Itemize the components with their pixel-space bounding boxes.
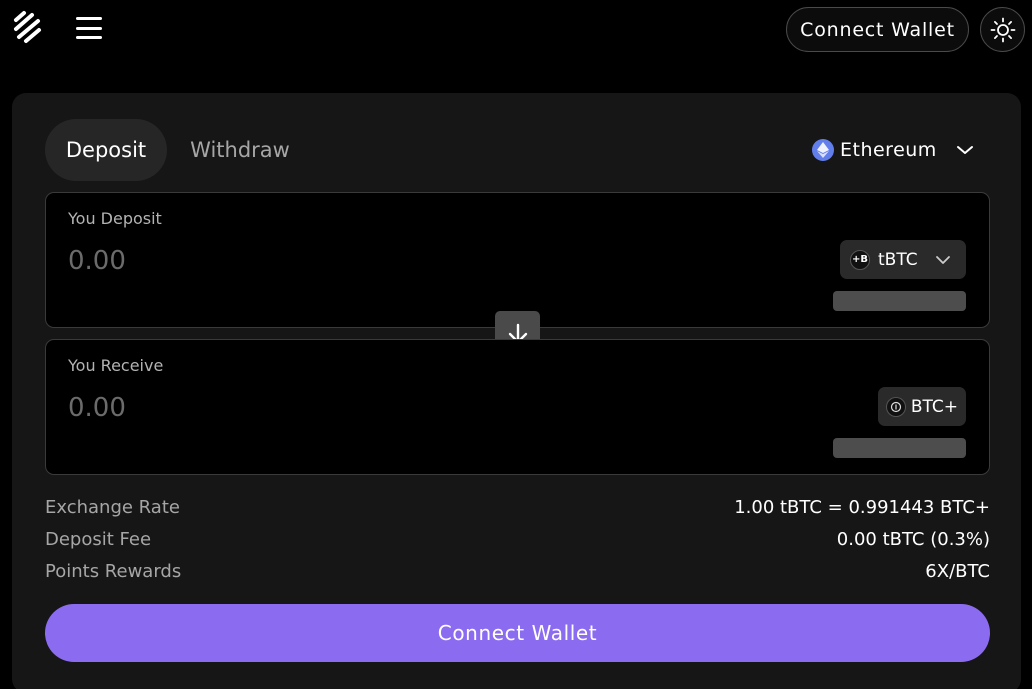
deposit-fee-row: Deposit Fee 0.00 tBTC (0.3%) xyxy=(45,525,990,553)
connect-wallet-button[interactable]: Connect Wallet xyxy=(45,604,990,662)
network-label: Ethereum xyxy=(840,139,937,161)
receive-amount-input[interactable] xyxy=(68,390,568,426)
btc-plus-token-icon xyxy=(886,396,906,417)
exchange-rate-row: Exchange Rate 1.00 tBTC = 0.991443 BTC+ xyxy=(45,493,990,521)
theme-toggle-button[interactable] xyxy=(980,7,1025,52)
exchange-rate-label: Exchange Rate xyxy=(45,496,180,518)
deposit-label: You Deposit xyxy=(68,209,162,228)
receive-token-selector[interactable]: BTC+ xyxy=(878,387,966,426)
points-rewards-label: Points Rewards xyxy=(45,560,182,582)
exchange-rate-value: 1.00 tBTC = 0.991443 BTC+ xyxy=(734,496,990,518)
deposit-amount-input[interactable] xyxy=(68,243,568,279)
tbtc-token-icon: +B xyxy=(850,249,870,270)
points-rewards-row: Points Rewards 6X/BTC xyxy=(45,557,990,585)
receive-box: You Receive BTC+ xyxy=(45,339,990,475)
ethereum-icon xyxy=(812,139,834,161)
tab-withdraw[interactable]: Withdraw xyxy=(170,119,310,181)
chevron-down-icon xyxy=(956,146,973,154)
swap-card: Deposit Withdraw Ethereum You Deposit +B… xyxy=(12,93,1021,689)
receive-token-label: BTC+ xyxy=(910,396,958,417)
receive-balance-placeholder xyxy=(833,438,966,458)
receive-label: You Receive xyxy=(68,356,164,375)
points-rewards-value: 6X/BTC xyxy=(925,560,990,582)
deposit-fee-value: 0.00 tBTC (0.3%) xyxy=(836,528,990,550)
hamburger-menu-icon[interactable] xyxy=(74,14,104,42)
sun-icon xyxy=(990,17,1015,42)
stacked-slashes-logo-icon[interactable] xyxy=(12,10,44,46)
header-connect-wallet-button[interactable]: Connect Wallet xyxy=(786,7,969,52)
tab-deposit[interactable]: Deposit xyxy=(45,119,167,181)
chevron-down-icon xyxy=(935,255,950,264)
deposit-balance-placeholder xyxy=(833,291,966,311)
deposit-fee-label: Deposit Fee xyxy=(45,528,152,550)
deposit-token-label: tBTC xyxy=(878,249,918,270)
deposit-token-selector[interactable]: +B tBTC xyxy=(840,240,966,279)
network-selector[interactable]: Ethereum xyxy=(812,131,982,169)
deposit-box: You Deposit +B tBTC xyxy=(45,192,990,328)
top-bar: Connect Wallet xyxy=(0,0,1032,60)
